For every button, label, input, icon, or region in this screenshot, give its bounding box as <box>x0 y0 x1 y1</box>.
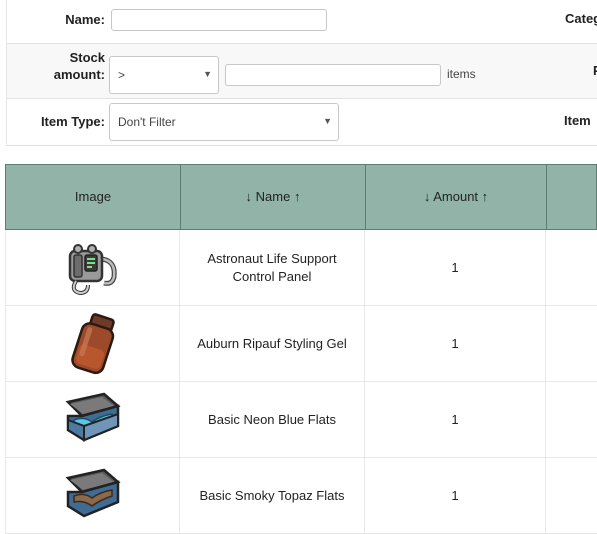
item-amount: 1 <box>365 458 546 533</box>
stock-amount-label: Stock amount: <box>53 50 105 82</box>
item-name: Basic Neon Blue Flats <box>180 382 365 457</box>
filter-row-name: Name: Categ <box>6 0 597 44</box>
table-header: Image ↓ Name ↑ ↓ Amount ↑ <box>5 164 597 230</box>
header-extra <box>547 165 597 229</box>
table-row: Basic Smoky Topaz Flats 1 <box>5 458 597 534</box>
blue-flats-box-icon <box>65 392 121 442</box>
item-amount: 1 <box>365 306 546 381</box>
table-row: Basic Neon Blue Flats 1 <box>5 382 597 458</box>
item-image-cell <box>5 230 180 305</box>
filter-row-item-type: Item Type: Don't Filter ▼ Item <box>6 99 597 146</box>
filter-row-stock: Stockamount: > ▼ items P <box>6 44 597 99</box>
stock-operator-select[interactable]: > ▼ <box>109 56 219 94</box>
stock-suffix: items <box>447 67 476 81</box>
item-extra-cell <box>546 230 597 305</box>
item-type-select[interactable]: Don't Filter ▼ <box>109 103 339 141</box>
item-type-value: Don't Filter <box>118 115 176 129</box>
header-image: Image <box>6 165 181 229</box>
life-support-panel-icon <box>68 243 117 295</box>
item-label: Item <box>564 113 591 128</box>
item-name: Auburn Ripauf Styling Gel <box>180 306 365 381</box>
item-extra-cell <box>546 458 597 533</box>
item-name: Basic Smoky Topaz Flats <box>180 458 365 533</box>
styling-gel-bottle-icon <box>70 312 115 374</box>
stock-operator-value: > <box>118 68 126 82</box>
table-row: Astronaut Life Support Control Panel 1 <box>5 230 597 306</box>
item-image-cell <box>5 458 180 533</box>
chevron-down-icon: ▼ <box>203 69 212 79</box>
item-amount: 1 <box>365 382 546 457</box>
category-label: Categ <box>565 11 597 26</box>
right-label-p: P <box>593 63 597 78</box>
header-name-sort[interactable]: ↓ Name ↑ <box>181 165 366 229</box>
name-label: Name: <box>65 12 105 27</box>
chevron-down-icon: ▼ <box>323 116 332 126</box>
name-input[interactable] <box>111 9 327 31</box>
item-type-label: Item Type: <box>40 114 105 129</box>
item-image-cell <box>5 306 180 381</box>
stock-amount-input[interactable] <box>225 64 441 86</box>
item-amount: 1 <box>365 230 546 305</box>
item-name: Astronaut Life Support Control Panel <box>180 230 365 305</box>
topaz-flats-box-icon <box>65 468 121 517</box>
item-extra-cell <box>546 306 597 381</box>
item-extra-cell <box>546 382 597 457</box>
item-image-cell <box>5 382 180 457</box>
table-row: Auburn Ripauf Styling Gel 1 <box>5 306 597 382</box>
header-amount-sort[interactable]: ↓ Amount ↑ <box>366 165 547 229</box>
